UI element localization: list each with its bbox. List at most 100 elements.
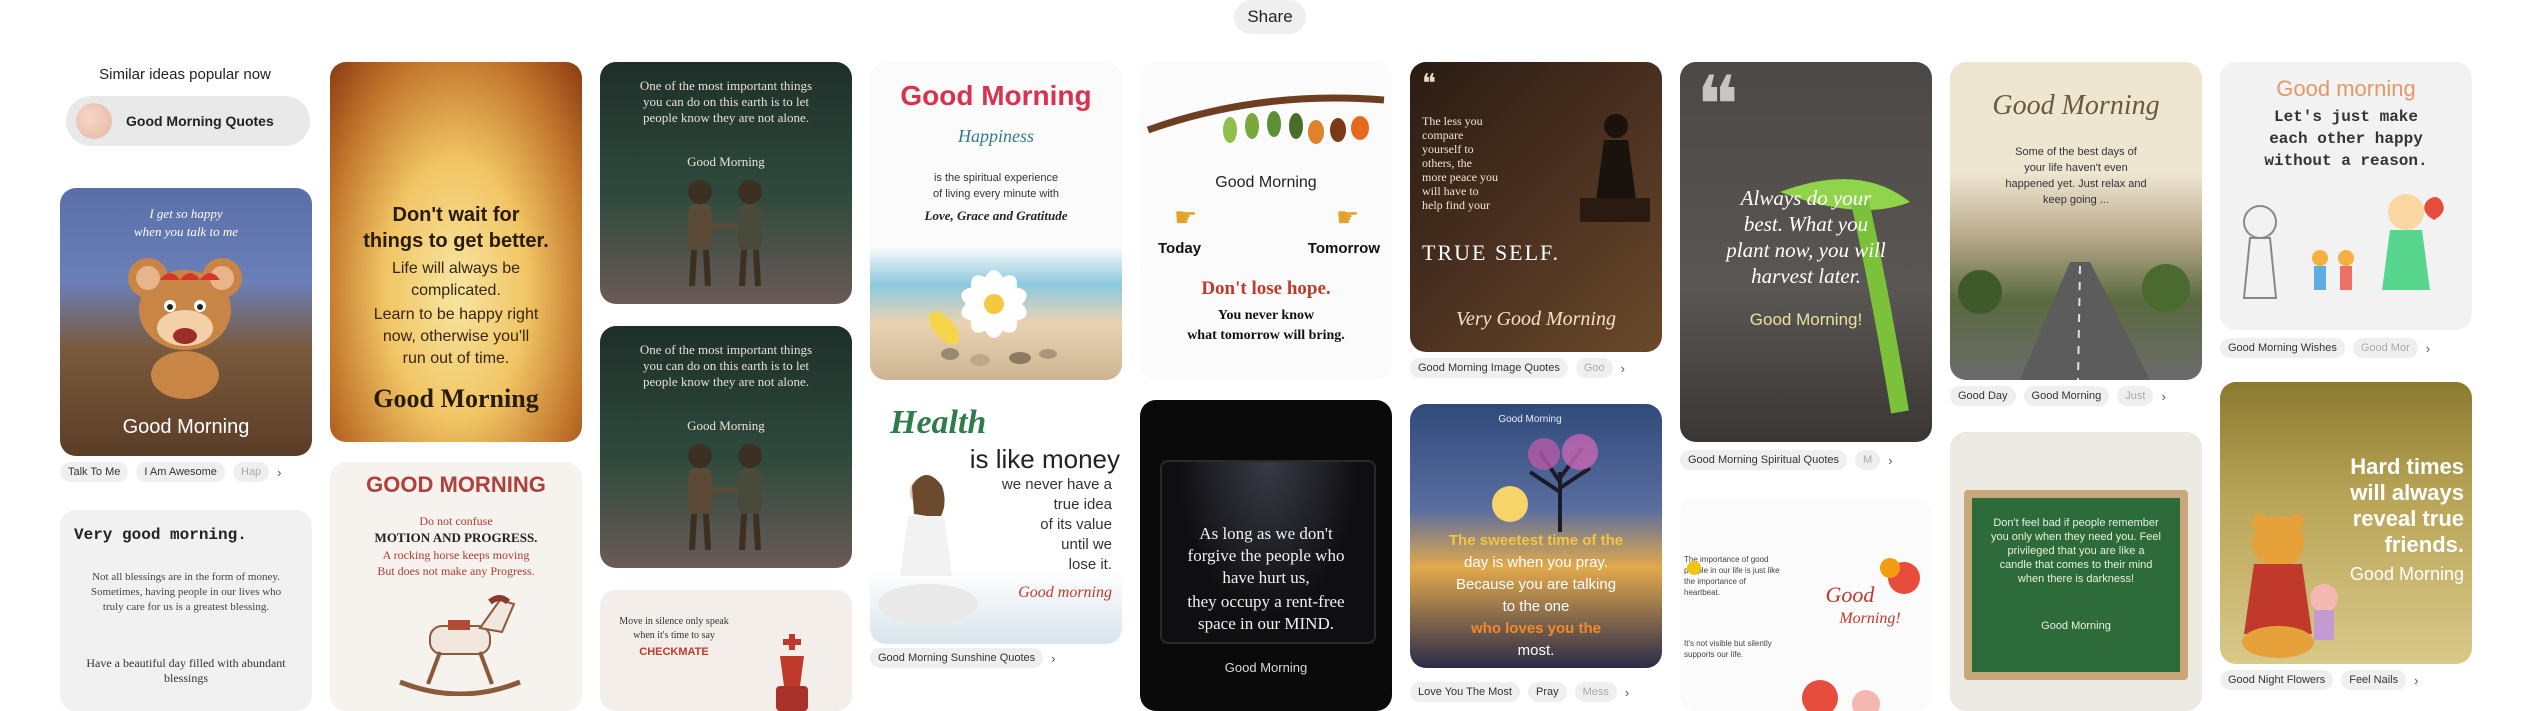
quote-mark-icon: ❝ [1422,68,1436,98]
pin-text: But does not make any Progress. [377,564,535,578]
pin-text: Happiness [958,126,1034,146]
pill-label: Good Morning Quotes [126,113,274,129]
meditating-woman-image [878,475,978,624]
tag-chip[interactable]: Mess [1574,682,1617,702]
pin-card-checkmate[interactable]: Move in silence only speak when it's tim… [600,590,852,711]
pin-text: without a reason. [2264,152,2428,170]
pin-text: things to get better. [363,230,549,252]
pin-card-very-good-morning[interactable]: Very good morning. Not all blessings are… [60,510,312,711]
pin-text: until we [1061,536,1112,553]
share-button[interactable]: Share [1234,0,1306,34]
pin-text: harvest later. [1751,264,1861,288]
pin-text: Don't lose hope. [1201,278,1331,299]
pin-card-not-alone-1[interactable]: One of the most important things you can… [600,62,852,304]
pin-card-happiness[interactable]: Good Morning Happiness is the spiritual … [870,62,1122,380]
tag-chip[interactable]: Goo [1575,358,1613,378]
pin-text: GOOD MORNING [366,472,546,497]
pin-card-dont-lose-hope[interactable]: Good Morning ☛ ☛ Today Tomorrow Don't lo… [1140,62,1392,380]
pin-text: Hard times [2350,454,2464,479]
pin-card-make-each-other-happy[interactable]: Good morning Let's just make each other … [2220,62,2472,330]
pin-tags: Good Night Flowers Feel Nails › [2220,668,2418,692]
pin-text: Good Morning! [1749,310,1863,329]
pin-text: others, the [1422,156,1472,170]
tag-chip[interactable]: Good Morning [2023,386,2110,406]
pin-tags: Love You The Most Pray Mess › [1410,680,1629,704]
pin-card-best-days[interactable]: Good Morning Some of the best days of yo… [1950,62,2202,380]
pin-card-dont-wait[interactable]: Don't wait for things to get better. Lif… [330,62,582,442]
pin-text: As long as we don't [1199,524,1333,543]
chevron-right-icon[interactable]: › [277,465,281,480]
pin-text: to the one [1502,598,1570,615]
tag-chip[interactable]: Good Morning Wishes [2220,338,2345,358]
pin-text: Don't wait for [392,204,520,226]
tag-chip[interactable]: Hap [232,462,270,482]
chevron-right-icon[interactable]: › [2426,341,2430,356]
tag-chip[interactable]: Good Day [1950,386,2016,406]
pin-text: your life haven't even [2024,162,2128,174]
pin-text: each other happy [2269,130,2423,148]
pin-card-true-self[interactable]: ❝ The less you compare yourself to other… [1410,62,1662,352]
pin-text: Let's just make [2273,108,2419,126]
chess-king-image [776,634,808,711]
pin-card-heartbeat[interactable]: The importance of good people in our lif… [1680,498,1932,711]
pin-text: Tomorrow [1307,240,1380,257]
pin-text: we never have a [1001,476,1112,493]
chevron-right-icon[interactable]: › [2161,389,2165,404]
pin-text: who loves you the [1470,620,1602,637]
pin-card-health[interactable]: Health is like money we never have a tru… [870,400,1122,644]
pin-text: Learn to be happy right [373,306,539,323]
pin-text: they occupy a rent-free [1187,592,1345,611]
tag-chip[interactable]: Pray [1527,682,1567,702]
pin-card-talk-to-me[interactable]: I get so happy when you talk to me Good … [60,188,312,456]
tag-chip[interactable]: Feel Nails [2341,670,2407,690]
tag-chip[interactable]: Good Morning Sunshine Quotes [870,648,1044,668]
pin-text: now, otherwise you'll [382,328,530,345]
pin-card-forgive[interactable]: As long as we don't forgive the people w… [1140,400,1392,711]
tag-chip[interactable]: Love You The Most [1410,682,1520,702]
pin-text: when you talk to me [134,224,238,239]
pin-text: space in our MIND. [1198,614,1334,633]
pin-text: Very Good Morning [1456,308,1616,330]
pin-text: is the spiritual experience [933,172,1059,184]
pin-text: best. What you [1743,212,1869,236]
pin-text: Good Morning [1224,660,1308,675]
pin-card-rocking-horse[interactable]: GOOD MORNING Do not confuse MOTION AND P… [330,462,582,711]
chevron-right-icon[interactable]: › [1625,685,1629,700]
chevron-right-icon[interactable]: › [1621,361,1625,376]
chevron-right-icon[interactable]: › [1051,651,1055,666]
flower-decoration-image [1687,558,1920,711]
pin-text: Don't feel bad if people remember you on… [1990,517,2161,585]
similar-idea-pill[interactable]: Good Morning Quotes [66,96,310,146]
pin-card-sweetest-time[interactable]: Good Morning The sweetest time of the da… [1410,404,1662,668]
tag-chip[interactable]: Just [2117,386,2154,406]
pin-card-not-alone-2[interactable]: One of the most important things you can… [600,326,852,568]
tag-chip[interactable]: Talk To Me [60,462,129,482]
pin-text: Good Morning [122,416,250,438]
frangipani-flower-image [929,270,1057,366]
pin-text: help find your [1422,198,1490,212]
pin-text: One of the most important things you can… [639,342,813,389]
tag-chip[interactable]: Good Mor [2352,338,2418,358]
pin-tags: Good Morning Spiritual Quotes M › [1680,448,1893,472]
pin-text: The sweetest time of the [1448,532,1624,549]
pin-card-hard-times[interactable]: Hard times will always reveal true frien… [2220,382,2472,664]
tag-chip[interactable]: Good Morning Spiritual Quotes [1680,450,1848,470]
pin-card-always-do-your-best[interactable]: ❝ Always do your best. What you plant no… [1680,62,1932,442]
chevron-right-icon[interactable]: › [1888,453,1892,468]
branch-cocoons-image [1146,94,1385,144]
tag-chip[interactable]: Good Morning Image Quotes [1410,358,1568,378]
chevron-right-icon[interactable]: › [2414,673,2418,688]
pin-tags: Good Morning Sunshine Quotes › [870,646,1056,670]
friends-illustration-image [2242,194,2444,299]
pin-tags: Talk To Me I Am Awesome Hap › [60,460,281,484]
pin-text: happened yet. Just relax and [2005,178,2147,190]
rocking-horse-image [399,595,521,696]
tag-chip[interactable]: I Am Awesome [136,462,225,482]
silhouette-person-image [1580,114,1650,222]
tag-chip[interactable]: Good Night Flowers [2220,670,2334,690]
pin-text: MOTION AND PROGRESS. [374,530,538,545]
pin-text: when it's time to say [633,630,715,641]
pin-card-candle[interactable]: Don't feel bad if people remember you on… [1950,432,2202,711]
tag-chip[interactable]: M [1855,450,1881,470]
pin-text: Good Morning [2041,620,2111,632]
